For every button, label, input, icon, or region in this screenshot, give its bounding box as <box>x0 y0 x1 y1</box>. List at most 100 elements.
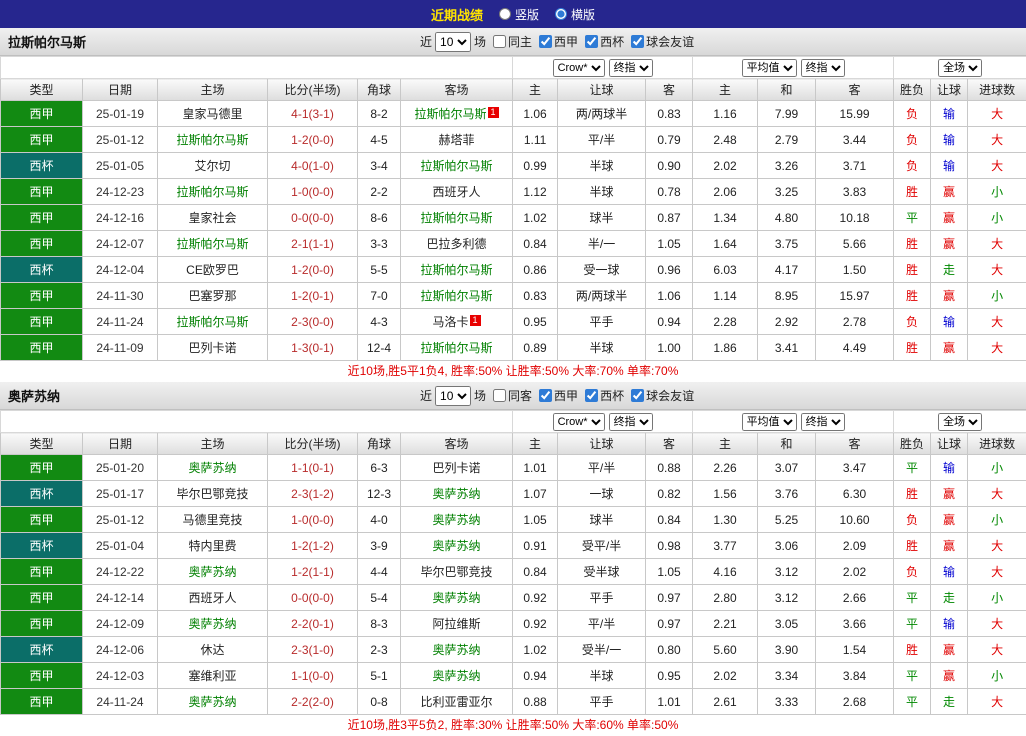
match-row: 西甲24-12-09奥萨苏纳2-2(0-1)8-3阿拉维斯0.92平/半0.97… <box>1 611 1026 637</box>
layout-option-horizontal[interactable]: 横版 <box>555 6 595 23</box>
checkbox[interactable] <box>631 35 644 48</box>
league-badge: 西甲 <box>1 611 83 637</box>
away-team[interactable]: 赫塔菲 <box>401 127 513 153</box>
checkbox[interactable] <box>539 35 552 48</box>
away-team[interactable]: 拉斯帕尔马斯 <box>401 283 513 309</box>
filter-checkbox-球会友谊[interactable]: 球会友谊 <box>627 387 694 404</box>
score: 4-0(1-0) <box>268 153 358 179</box>
home-team[interactable]: 奥萨苏纳 <box>158 689 268 715</box>
home-team[interactable]: 奥萨苏纳 <box>158 559 268 585</box>
filter-checkbox-同客[interactable]: 同客 <box>489 387 532 404</box>
horizontal-radio[interactable] <box>555 8 567 20</box>
eu-draw-odds: 3.34 <box>758 663 816 689</box>
ah-home-odds: 1.11 <box>513 127 558 153</box>
home-team[interactable]: 拉斯帕尔马斯 <box>158 231 268 257</box>
home-team[interactable]: 拉斯帕尔马斯 <box>158 309 268 335</box>
home-team[interactable]: 休达 <box>158 637 268 663</box>
away-team[interactable]: 拉斯帕尔马斯 <box>401 257 513 283</box>
europe-avg-select[interactable]: 平均值 <box>742 59 797 77</box>
ah-away-odds: 0.96 <box>646 257 693 283</box>
eu-home-odds: 6.03 <box>693 257 758 283</box>
checkbox[interactable] <box>493 35 506 48</box>
away-team[interactable]: 奥萨苏纳 <box>401 585 513 611</box>
scope-select[interactable]: 全场 <box>938 59 982 77</box>
home-team[interactable]: 皇家马德里 <box>158 101 268 127</box>
away-team[interactable]: 阿拉维斯 <box>401 611 513 637</box>
filter-checkbox-西甲[interactable]: 西甲 <box>535 33 578 50</box>
result-goals: 小 <box>968 507 1026 533</box>
home-team[interactable]: 马德里竞技 <box>158 507 268 533</box>
company-select[interactable]: Crow* <box>553 413 605 431</box>
away-team[interactable]: 西班牙人 <box>401 179 513 205</box>
away-team[interactable]: 拉斯帕尔马斯 <box>401 153 513 179</box>
column-header: 主 <box>693 433 758 455</box>
match-count-select[interactable]: 10 <box>435 32 471 52</box>
column-header: 主 <box>693 79 758 101</box>
checkbox-label: 西甲 <box>554 33 578 50</box>
column-header: 日期 <box>83 79 158 101</box>
ah-away-odds: 1.00 <box>646 335 693 361</box>
checkbox[interactable] <box>493 389 506 402</box>
filter-checkbox-同主[interactable]: 同主 <box>489 33 532 50</box>
filter-checkbox-西杯[interactable]: 西杯 <box>581 387 624 404</box>
away-team[interactable]: 巴拉多利德 <box>401 231 513 257</box>
home-team[interactable]: 奥萨苏纳 <box>158 611 268 637</box>
home-team[interactable]: 奥萨苏纳 <box>158 455 268 481</box>
away-team[interactable]: 巴列卡诺 <box>401 455 513 481</box>
score: 1-2(1-1) <box>268 559 358 585</box>
near-label: 近 <box>420 33 432 50</box>
europe-avg-select[interactable]: 平均值 <box>742 413 797 431</box>
league-badge: 西甲 <box>1 283 83 309</box>
away-team[interactable]: 毕尔巴鄂竞技 <box>401 559 513 585</box>
home-team[interactable]: 拉斯帕尔马斯 <box>158 127 268 153</box>
home-team[interactable]: 艾尔切 <box>158 153 268 179</box>
checkbox[interactable] <box>585 389 598 402</box>
match-row: 西甲24-11-24奥萨苏纳2-2(2-0)0-8比利亚雷亚尔0.88平手1.0… <box>1 689 1026 715</box>
result-handicap: 赢 <box>931 231 968 257</box>
layout-option-vertical[interactable]: 竖版 <box>499 6 539 23</box>
away-team[interactable]: 奥萨苏纳 <box>401 663 513 689</box>
away-team[interactable]: 拉斯帕尔马斯 <box>401 205 513 231</box>
checkbox[interactable] <box>585 35 598 48</box>
filter-checkbox-西甲[interactable]: 西甲 <box>535 387 578 404</box>
away-team[interactable]: 奥萨苏纳 <box>401 637 513 663</box>
match-count-select[interactable]: 10 <box>435 386 471 406</box>
europe-time-select[interactable]: 终指 <box>801 413 845 431</box>
away-team[interactable]: 比利亚雷亚尔 <box>401 689 513 715</box>
ah-away-odds: 0.78 <box>646 179 693 205</box>
home-team[interactable]: 巴塞罗那 <box>158 283 268 309</box>
away-team[interactable]: 拉斯帕尔马斯 <box>401 335 513 361</box>
home-team[interactable]: CE欧罗巴 <box>158 257 268 283</box>
away-team[interactable]: 奥萨苏纳 <box>401 507 513 533</box>
home-team[interactable]: 毕尔巴鄂竞技 <box>158 481 268 507</box>
home-team[interactable]: 特内里费 <box>158 533 268 559</box>
home-team[interactable]: 西班牙人 <box>158 585 268 611</box>
filter-checkbox-球会友谊[interactable]: 球会友谊 <box>627 33 694 50</box>
away-team[interactable]: 拉斯帕尔马斯1 <box>401 101 513 127</box>
result-wdl: 平 <box>894 663 931 689</box>
europe-time-select[interactable]: 终指 <box>801 59 845 77</box>
handicap-time-select[interactable]: 终指 <box>609 413 653 431</box>
away-team[interactable]: 奥萨苏纳 <box>401 481 513 507</box>
eu-draw-odds: 3.12 <box>758 585 816 611</box>
home-team[interactable]: 拉斯帕尔马斯 <box>158 179 268 205</box>
away-team[interactable]: 奥萨苏纳 <box>401 533 513 559</box>
scope-select[interactable]: 全场 <box>938 413 982 431</box>
result-wdl: 负 <box>894 507 931 533</box>
company-select[interactable]: Crow* <box>553 59 605 77</box>
near-label: 近 <box>420 387 432 404</box>
result-wdl: 胜 <box>894 283 931 309</box>
handicap-time-select[interactable]: 终指 <box>609 59 653 77</box>
ah-home-odds: 0.92 <box>513 611 558 637</box>
filter-checkbox-西杯[interactable]: 西杯 <box>581 33 624 50</box>
checkbox[interactable] <box>539 389 552 402</box>
eu-home-odds: 1.64 <box>693 231 758 257</box>
home-team[interactable]: 皇家社会 <box>158 205 268 231</box>
home-team[interactable]: 巴列卡诺 <box>158 335 268 361</box>
home-team[interactable]: 塞维利亚 <box>158 663 268 689</box>
vertical-radio[interactable] <box>499 8 511 20</box>
eu-draw-odds: 3.07 <box>758 455 816 481</box>
away-team[interactable]: 马洛卡1 <box>401 309 513 335</box>
ah-away-odds: 0.98 <box>646 533 693 559</box>
checkbox[interactable] <box>631 389 644 402</box>
